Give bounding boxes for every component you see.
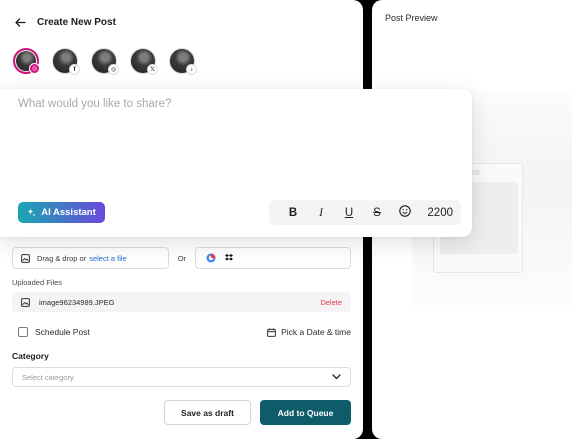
image-icon — [21, 253, 30, 263]
external-source-box — [195, 247, 351, 269]
x-icon: 𝕏 — [147, 64, 158, 75]
account-avatar-x[interactable]: 𝕏 — [130, 48, 158, 75]
category-label: Category — [12, 351, 49, 361]
uploaded-files-label: Uploaded Files — [12, 278, 63, 287]
post-text-placeholder: What would you like to share? — [18, 98, 172, 110]
drop-text: Drag & drop or — [37, 253, 87, 263]
header: Create New Post — [13, 14, 116, 30]
strikethrough-button[interactable]: S — [363, 207, 391, 219]
calendar-icon — [267, 327, 276, 337]
character-count: 2200 — [427, 206, 453, 219]
underline-button[interactable]: U — [335, 207, 363, 219]
instagram-icon: ◎ — [29, 63, 40, 74]
facebook-icon: f — [69, 64, 80, 75]
sparkle-icon — [27, 208, 36, 217]
post-composer[interactable]: What would you like to share? AI Assista… — [0, 89, 472, 237]
category-select[interactable]: Select category — [12, 367, 351, 387]
italic-button[interactable]: I — [307, 207, 335, 219]
delete-file-button[interactable]: Delete — [320, 298, 342, 307]
pick-date-label: Pick a Date & time — [281, 327, 351, 337]
smiley-icon — [399, 205, 411, 217]
google-drive-icon[interactable] — [206, 253, 216, 263]
upload-row: Drag & drop or select a file Or — [12, 247, 351, 269]
account-avatar-instagram-selected[interactable]: ◎ — [13, 48, 40, 74]
file-name: image96234989.JPEG — [39, 297, 115, 307]
account-avatar-instagram[interactable]: ◎ — [91, 48, 119, 75]
bold-button[interactable]: B — [279, 207, 307, 219]
arrow-left-icon — [14, 17, 26, 27]
account-selector: ◎ f ◎ 𝕏 ♪ — [13, 48, 197, 75]
ai-assistant-label: AI Assistant — [41, 207, 96, 218]
dropbox-icon[interactable] — [224, 253, 234, 263]
uploaded-file-row: image96234989.JPEG Delete — [12, 292, 351, 312]
category-placeholder: Select category — [22, 372, 74, 382]
preview-title: Post Preview — [385, 13, 438, 23]
chevron-down-icon — [332, 374, 341, 380]
save-draft-button[interactable]: Save as draft — [164, 400, 251, 425]
file-drop-zone[interactable]: Drag & drop or select a file — [12, 247, 169, 269]
instagram-icon: ◎ — [108, 64, 119, 75]
tiktok-icon: ♪ — [186, 64, 197, 75]
schedule-checkbox[interactable] — [18, 327, 28, 337]
image-icon — [21, 297, 30, 307]
schedule-post-label: Schedule Post — [35, 327, 90, 337]
add-to-queue-button[interactable]: Add to Queue — [260, 400, 351, 425]
account-avatar-facebook[interactable]: f — [52, 48, 80, 75]
format-toolbar: B I U S 2200 — [269, 200, 461, 225]
select-file-link[interactable]: select a file — [89, 254, 127, 263]
page-title: Create New Post — [37, 16, 116, 28]
pick-date-button[interactable]: Pick a Date & time — [267, 327, 351, 337]
ai-assistant-button[interactable]: AI Assistant — [18, 202, 105, 223]
schedule-row: Schedule Post Pick a Date & time — [18, 325, 351, 339]
back-button[interactable] — [13, 14, 27, 30]
emoji-button[interactable] — [391, 205, 419, 220]
account-avatar-tiktok[interactable]: ♪ — [169, 48, 197, 75]
or-separator: Or — [177, 253, 187, 263]
